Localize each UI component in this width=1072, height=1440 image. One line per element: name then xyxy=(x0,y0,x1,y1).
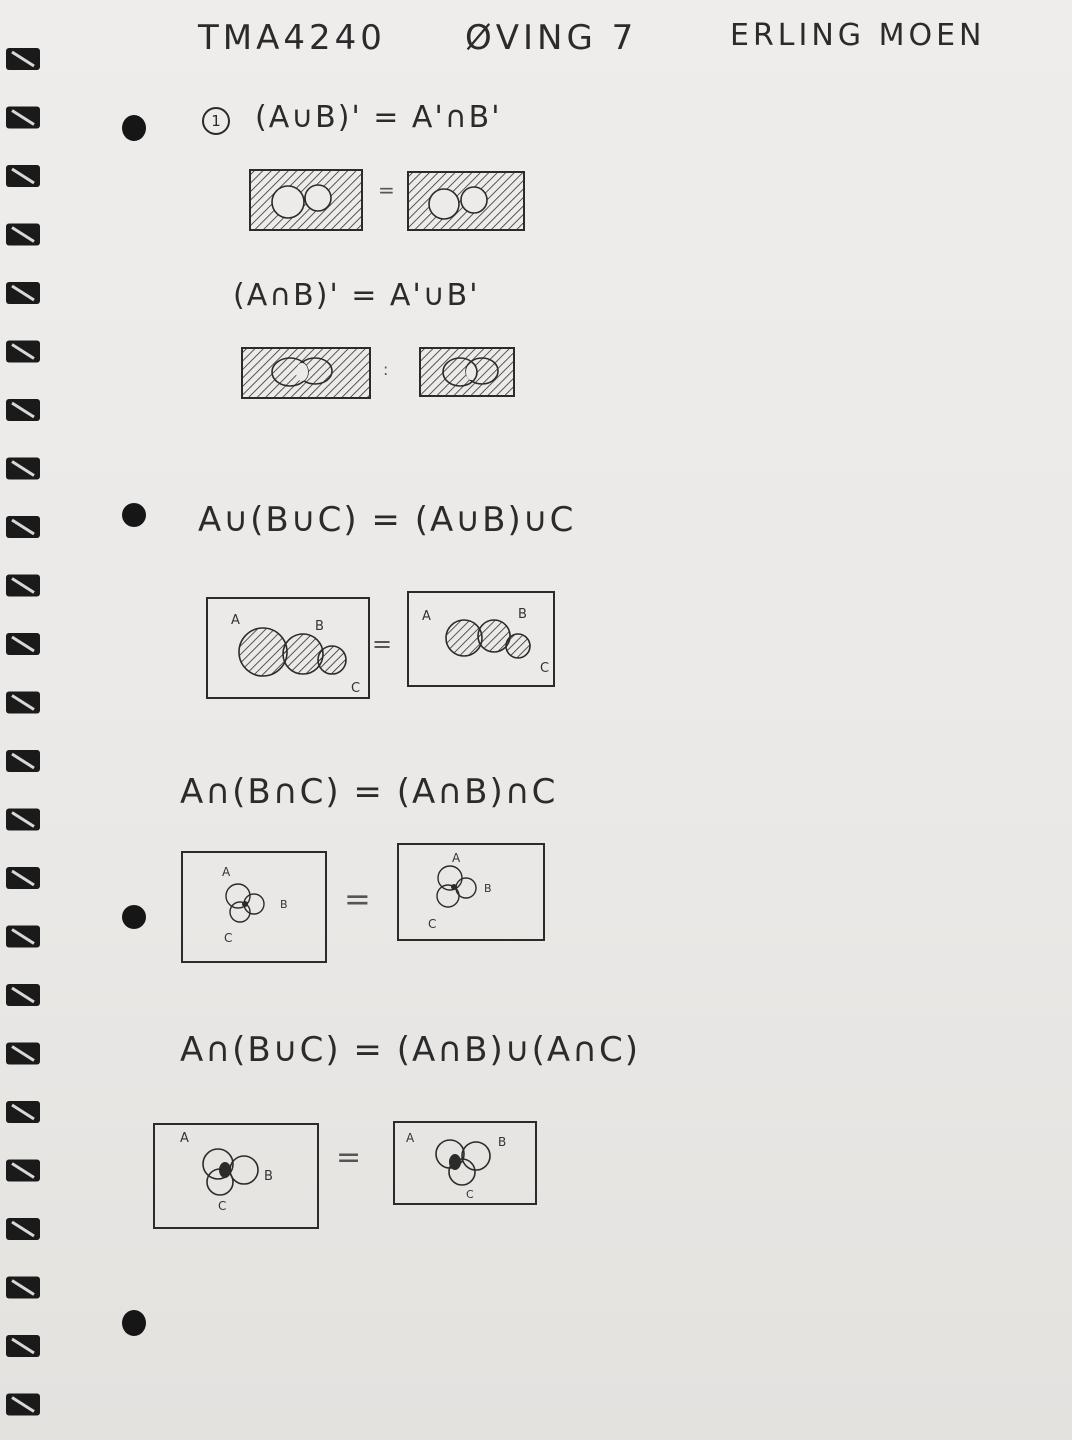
punch-hole xyxy=(122,905,146,929)
set-label-c: C xyxy=(428,917,436,931)
set-label-b: B xyxy=(315,619,324,634)
set-label-c: C xyxy=(466,1188,474,1201)
author-name: ERLING MOEN xyxy=(730,18,986,53)
set-label-b: B xyxy=(518,607,527,622)
course-code: TMA4240 xyxy=(198,18,386,58)
law-de-morgan-intersection: (A∩B)' = A'∪B' xyxy=(233,278,480,313)
equals-sign: = xyxy=(344,880,371,918)
set-label-a: A xyxy=(422,609,431,624)
set-label-a: A xyxy=(222,865,231,879)
set-label-c: C xyxy=(224,931,232,945)
punch-hole xyxy=(122,503,146,527)
venn-diagram-law2-left xyxy=(241,347,371,399)
item-number-circle: 1 xyxy=(202,107,230,135)
set-label-c: C xyxy=(540,661,549,676)
set-label-b: B xyxy=(484,882,492,895)
law-distributive: A∩(B∪C) = (A∩B)∪(A∩C) xyxy=(180,1030,641,1070)
venn-diagram-law4-left: A B C xyxy=(181,851,327,963)
set-label-a: A xyxy=(406,1131,415,1145)
venn-diagram-law1-left xyxy=(249,169,363,231)
punch-hole xyxy=(122,115,146,141)
equals-sign: = xyxy=(372,630,393,658)
equals-sign: = xyxy=(336,1140,362,1175)
set-label-c: C xyxy=(218,1199,226,1213)
set-label-a: A xyxy=(231,613,240,628)
venn-diagram-law1-right xyxy=(407,171,525,231)
set-label-b: B xyxy=(264,1169,273,1184)
venn-diagram-law5-left: A B C xyxy=(153,1123,319,1229)
law-de-morgan-union: (A∪B)' = A'∩B' xyxy=(255,100,502,135)
spiral-binding xyxy=(6,48,40,1416)
venn-diagram-law3-right: A B C xyxy=(407,591,555,687)
punch-hole xyxy=(122,1310,146,1336)
venn-diagram-law4-right: A B C xyxy=(397,843,545,941)
equals-sign: : xyxy=(383,360,389,379)
venn-diagram-law3-left: A B C xyxy=(206,597,370,699)
law-associative-union: A∪(B∪C) = (A∪B)∪C xyxy=(198,500,576,540)
item-number: 1 xyxy=(211,112,221,130)
notebook-page: TMA4240 ØVING 7 ERLING MOEN 1 (A∪B)' = A… xyxy=(0,0,1072,1440)
set-label-a: A xyxy=(452,851,461,865)
set-label-b: B xyxy=(280,898,288,911)
equals-sign: = xyxy=(378,178,395,202)
venn-diagram-law2-right xyxy=(419,347,515,397)
set-label-a: A xyxy=(180,1131,189,1146)
set-label-c: C xyxy=(351,681,360,696)
assignment-title: ØVING 7 xyxy=(465,18,638,58)
set-label-b: B xyxy=(498,1135,506,1149)
venn-diagram-law5-right: A B C xyxy=(393,1121,537,1205)
law-associative-intersection: A∩(B∩C) = (A∩B)∩C xyxy=(180,772,558,812)
